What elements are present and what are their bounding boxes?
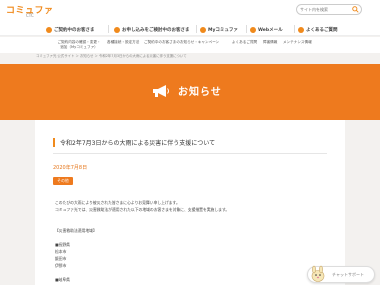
site-logo[interactable]: コミュファ CTC — [6, 3, 54, 19]
mail-icon — [250, 26, 256, 33]
article-date: 2020年7月8日 — [53, 165, 88, 171]
nav-item-my-commufa[interactable]: Myコミュファ — [200, 25, 238, 34]
hero-heading: お知らせ — [152, 83, 222, 98]
search-input[interactable] — [300, 5, 352, 14]
nav-divider — [246, 25, 247, 33]
subnav-item-faq[interactable]: よくあるご質問 — [232, 40, 257, 45]
nav-item-webmail[interactable]: Webメール — [250, 25, 283, 34]
nav-item-label: ご契約中のお客さま — [54, 27, 95, 33]
chat-support-label: チャットサポート — [332, 272, 364, 277]
article-title: 令和2年7月3日からの大雨による災害に伴う支援について — [53, 138, 215, 147]
city-label: 飯田市 — [55, 256, 67, 261]
nav-divider — [108, 25, 109, 33]
nav-divider — [294, 25, 295, 33]
search-box — [296, 4, 362, 15]
article-paragraph: コミュファ光では、災害救助法が適用された以下の地域のお客さまを対象に、支援措置を… — [55, 207, 230, 212]
nav-item-current-customers[interactable]: ご契約中のお客さま — [46, 25, 95, 34]
page: コミュファ CTC ご契約中のお客さま お申し込みをご検討中のお客さま Myコミ… — [0, 0, 380, 285]
logo-subtext: CTC — [26, 13, 34, 18]
page-title: お知らせ — [178, 87, 222, 98]
mascot-icon — [311, 265, 325, 282]
city-label: 伊那市 — [55, 263, 67, 268]
article-paragraph: このたびの大雨により被災された皆さまに心よりお見舞い申し上げます。 — [55, 200, 180, 205]
page-hero: お知らせ — [0, 64, 380, 120]
subnav-item-campaigns[interactable]: ご契約中のお客さまのお知らせ・キャンペーン — [144, 40, 219, 45]
section-label: 【災害救助法適用地域】 — [55, 228, 97, 233]
arrow-icon — [114, 26, 120, 33]
subnav-item-contract[interactable]: ご契約内容の確認・変更・追加（Myコミュファ） — [56, 40, 102, 50]
subnav-item-maintenance[interactable]: メンテナンス情報 — [283, 40, 312, 45]
prefecture-label: ■長野県 — [55, 242, 70, 247]
site-header: コミュファ CTC — [0, 0, 380, 22]
breadcrumb[interactable]: コミュファ光 公式サイト ＞ お知らせ ＞ 令和2年7月3日からの大雨による災害… — [36, 53, 187, 58]
subnav-item-settings[interactable]: 各種接続・設定方法 — [107, 40, 139, 45]
question-icon — [298, 26, 304, 33]
nav-item-label: お申し込みをご検討中のお客さま — [122, 27, 190, 33]
sub-nav: ご契約内容の確認・変更・追加（Myコミュファ） 各種接続・設定方法 ご契約中のお… — [0, 37, 380, 53]
nav-item-label: Myコミュファ — [208, 27, 238, 33]
city-label: 松本市 — [55, 249, 67, 254]
nav-item-label: Webメール — [258, 27, 283, 33]
arrow-icon — [46, 26, 52, 33]
nav-item-label: よくあるご質問 — [306, 27, 338, 33]
prefecture-label: ■岐阜県 — [55, 277, 70, 282]
megaphone-icon — [153, 84, 169, 97]
nav-item-new-customers[interactable]: お申し込みをご検討中のお客さま — [114, 25, 190, 34]
user-icon — [200, 26, 206, 33]
category-badge: その他 — [53, 177, 73, 185]
divider — [53, 153, 327, 154]
subnav-item-outage[interactable]: 障害情報 — [263, 40, 277, 45]
main-nav: ご契約中のお客さま お申し込みをご検討中のお客さま Myコミュファ Webメール… — [0, 22, 380, 36]
nav-divider — [196, 25, 197, 33]
nav-item-faq[interactable]: よくあるご質問 — [298, 25, 338, 34]
article-card: 令和2年7月3日からの大雨による災害に伴う支援について 2020年7月8日 その… — [35, 120, 345, 285]
search-icon[interactable] — [352, 6, 359, 13]
